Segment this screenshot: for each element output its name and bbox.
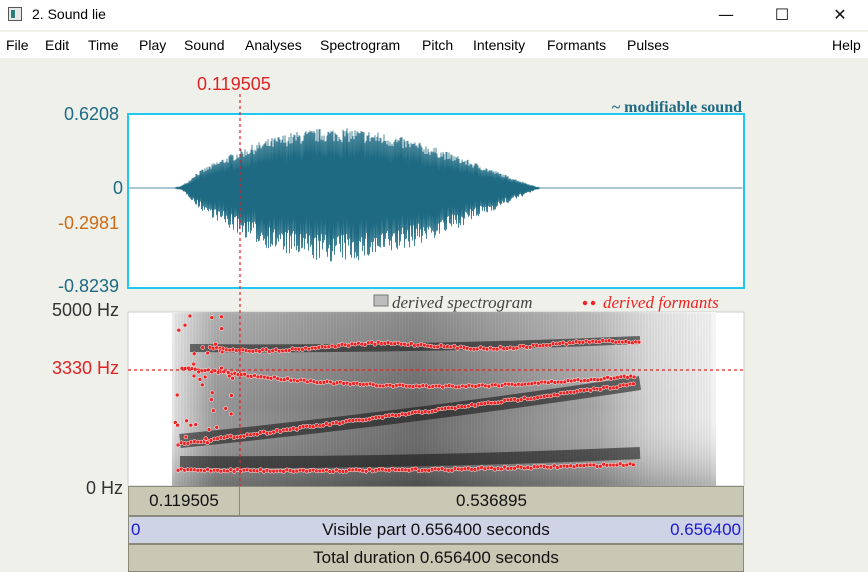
close-button[interactable]: ✕ [814,0,866,30]
formant-point [203,436,209,441]
sound-editor-area[interactable]: 0.119505 0.6208 0 -0.2981 -0.8239 5000 H… [0,58,868,572]
time-bar-left-segment[interactable]: 0.119505 [128,486,240,516]
formant-legend-dot-2 [590,300,596,306]
formants-caption: derived formants [603,293,719,312]
formant-point [229,393,234,398]
time-bar-right-value: 0.536895 [456,491,527,510]
formant-point [191,361,196,367]
visible-part-bar[interactable]: 0 Visible part 0.656400 seconds 0.656400 [128,516,744,544]
formant-point [205,350,210,356]
visible-part-label: Visible part 0.656400 seconds [322,520,550,539]
formant-point [193,422,198,427]
formant-point [226,370,231,375]
visible-end-value: 0.656400 [670,520,741,539]
formant-point [631,381,636,387]
formant-point [200,345,205,350]
menu-pulses[interactable]: Pulses [627,37,669,53]
menu-spectrogram[interactable]: Spectrogram [320,37,400,53]
formant-point [182,322,188,328]
formant-point [175,422,180,428]
menu-play[interactable]: Play [139,37,166,53]
formant-point [219,314,224,320]
window-title: 2. Sound lie [32,6,106,22]
total-duration-bar[interactable]: Total duration 0.656400 seconds [128,544,744,572]
time-bar-left-value: 0.119505 [149,491,219,510]
formant-point [191,351,197,357]
menu-edit[interactable]: Edit [45,37,69,53]
formant-point [219,349,225,355]
formant-point [206,427,212,432]
formant-point [205,440,210,445]
formant-point [209,315,215,320]
formant-point [184,418,189,424]
menu-help[interactable]: Help [832,37,861,53]
formant-point [202,374,208,380]
minimize-button[interactable]: — [700,0,752,30]
time-bar-right-segment[interactable]: 0.536895 [239,486,744,516]
title-bar: 2. Sound lie — ☐ ✕ [0,0,868,30]
formant-point [200,382,205,388]
visible-start-value: 0 [131,520,141,539]
menu-file[interactable]: File [6,37,29,53]
formant-point [214,425,219,430]
menu-bar: File Edit Time Play Sound Analyses Spect… [0,32,868,58]
formant-point [188,422,194,428]
formant-legend-dot-1 [582,300,588,306]
menu-time[interactable]: Time [88,37,119,53]
formant-point [631,462,636,468]
menu-formants[interactable]: Formants [547,37,606,53]
formant-point [631,374,637,380]
menu-intensity[interactable]: Intensity [473,37,525,53]
formant-point [213,341,218,347]
formant-point [210,390,215,395]
formant-point [174,392,180,398]
formant-point [211,408,216,413]
formant-point [176,327,182,333]
menu-sound[interactable]: Sound [184,37,224,53]
maximize-button[interactable]: ☐ [756,0,808,30]
formant-point [223,406,228,411]
spectrogram-caption: derived spectrogram [392,293,533,312]
total-duration-label: Total duration 0.656400 seconds [313,548,559,567]
waveform-caption: ~ modifiable sound [612,99,742,116]
formant-point [228,411,234,417]
analysis-canvas[interactable]: ~ modifiable sound derived spectrogram d… [0,58,868,488]
menu-analyses[interactable]: Analyses [245,37,302,53]
formant-point [209,397,214,402]
formant-point [187,313,193,319]
menu-pitch[interactable]: Pitch [422,37,453,53]
spectrogram-legend-icon [373,294,389,307]
praat-app-icon [8,7,22,21]
formant-point [197,377,203,382]
formant-point [183,434,189,440]
formant-point [191,373,197,379]
formant-point [636,339,642,345]
formant-point [219,326,224,331]
